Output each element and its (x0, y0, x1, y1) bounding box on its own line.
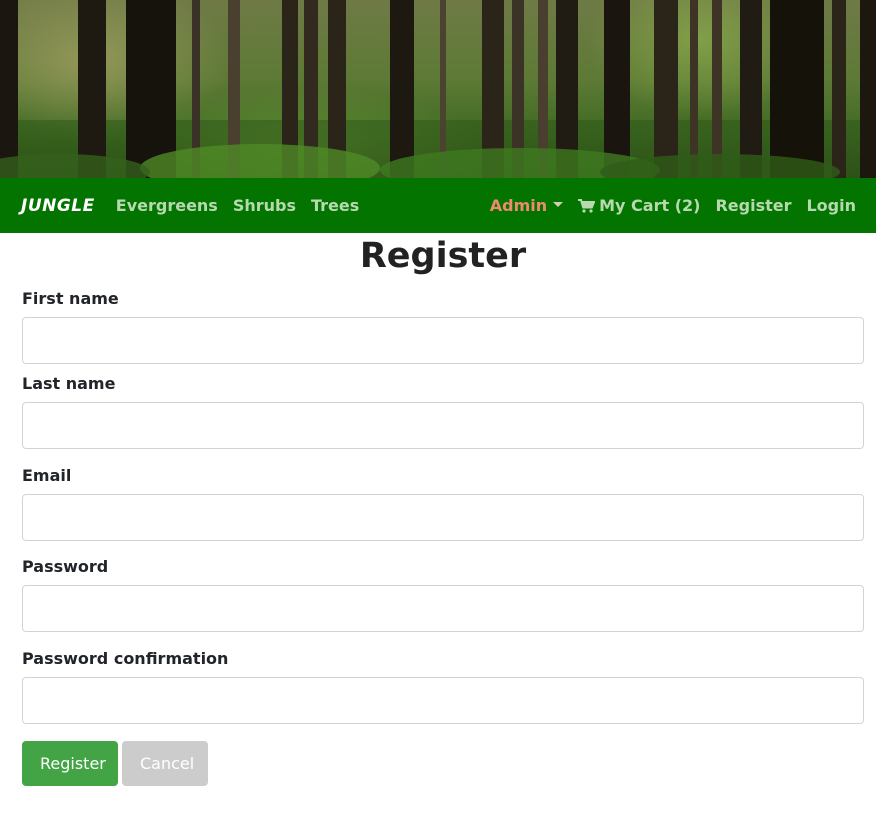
register-button[interactable]: Register (22, 740, 118, 786)
cancel-button[interactable]: Cancel (122, 740, 208, 786)
password-confirmation-field[interactable] (22, 676, 864, 724)
first-name-field[interactable] (22, 317, 864, 364)
password-label: Password (22, 557, 109, 576)
nav-login[interactable]: Login (806, 196, 856, 215)
nav-trees[interactable]: Trees (311, 196, 359, 215)
category-nav: Evergreens Shrubs Trees (116, 196, 375, 215)
hero-banner (0, 0, 876, 178)
last-name-field[interactable] (22, 402, 864, 449)
first-name-label: First name (22, 289, 119, 308)
last-name-group: Last name (22, 373, 864, 470)
password-confirmation-group: Password confirmation (22, 648, 864, 724)
forest-illustration (0, 0, 876, 178)
first-name-group: First name (22, 288, 864, 378)
password-field[interactable] (22, 585, 864, 632)
email-field[interactable] (22, 493, 864, 541)
cart-link[interactable]: My Cart (2) (578, 196, 700, 215)
form-actions: Register Cancel (22, 740, 864, 786)
nav-evergreens[interactable]: Evergreens (116, 196, 218, 215)
page-title: Register (359, 236, 527, 276)
register-form: First name Last name Email Password Pass… (22, 288, 864, 786)
password-group: Password (22, 556, 864, 653)
email-label: Email (22, 465, 72, 485)
password-confirmation-label: Password confirmation (22, 648, 229, 668)
admin-dropdown-label: Admin (489, 196, 548, 215)
main-navbar: JUNGLE Evergreens Shrubs Trees Admin My … (0, 178, 876, 233)
nav-shrubs[interactable]: Shrubs (233, 196, 296, 215)
admin-dropdown[interactable]: Admin (489, 196, 564, 215)
email-group: Email (22, 465, 864, 562)
caret-down-icon (553, 202, 564, 207)
last-name-label: Last name (22, 374, 116, 393)
cart-label: My Cart (2) (599, 196, 701, 215)
account-nav: Admin My Cart (2) Register Login (490, 196, 856, 215)
shopping-cart-icon (578, 198, 596, 213)
register-page: Register First name Last name Email Pass… (0, 235, 876, 786)
nav-register[interactable]: Register (715, 196, 791, 215)
brand-logo[interactable]: JUNGLE (21, 196, 95, 216)
